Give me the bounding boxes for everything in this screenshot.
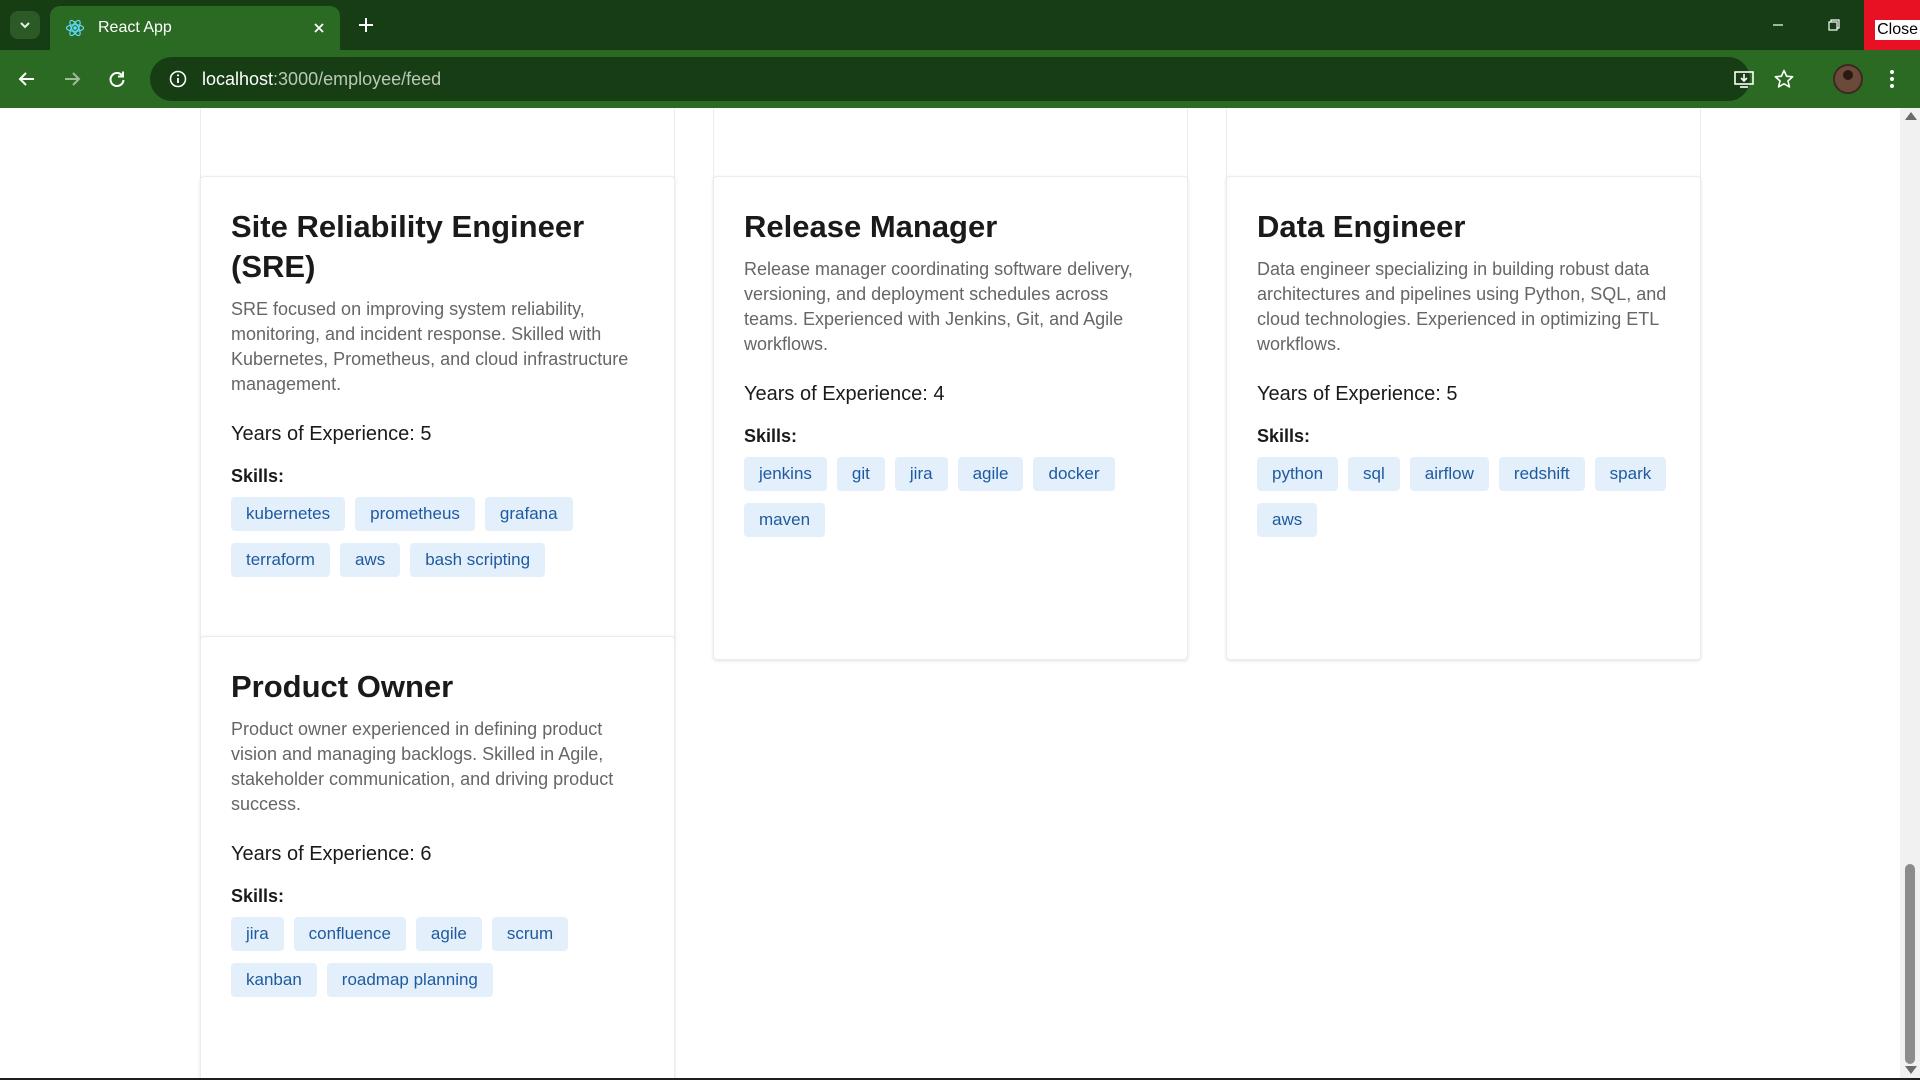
previous-card-stub <box>200 108 675 178</box>
card-title: Site Reliability Engineer (SRE) <box>231 209 585 284</box>
card-description: Product owner experienced in defining pr… <box>231 719 614 814</box>
scroll-up-arrow-icon[interactable] <box>1905 112 1917 120</box>
employee-card[interactable]: Data Engineer Data engineer specializing… <box>1226 176 1701 660</box>
years-of-experience: Years of Experience: 4 <box>744 383 945 405</box>
scroll-down-arrow-icon[interactable] <box>1905 1066 1917 1074</box>
page-scrollbar[interactable] <box>1900 108 1920 1078</box>
skill-chip: aws <box>339 543 401 577</box>
skill-chip: sql <box>1348 457 1400 491</box>
card-title: Data Engineer <box>1257 209 1466 244</box>
skill-chip: kubernetes <box>231 497 346 531</box>
skill-chip: scrum <box>491 917 569 951</box>
bookmark-button[interactable] <box>1767 62 1801 96</box>
close-window-button[interactable]: Close <box>1864 0 1920 50</box>
browser-menu-button[interactable] <box>1875 62 1909 96</box>
employee-card[interactable]: Site Reliability Engineer (SRE) SRE focu… <box>200 176 675 640</box>
skill-chip: python <box>1257 457 1339 491</box>
skill-chip: terraform <box>231 543 330 577</box>
install-app-button[interactable] <box>1727 62 1761 96</box>
card-description: Data engineer specializing in building r… <box>1257 259 1667 354</box>
arrow-right-icon <box>65 72 81 86</box>
skill-chip: git <box>836 457 885 491</box>
employee-card[interactable]: Product Owner Product owner experienced … <box>200 636 675 1078</box>
card-title: Release Manager <box>744 209 998 244</box>
skill-chip: aws <box>1257 503 1318 537</box>
close-label: Close <box>1875 20 1920 40</box>
previous-card-stub <box>713 108 1188 178</box>
tab-strip: React App Close <box>0 0 1920 50</box>
address-bar[interactable]: localhost:3000/employee/feed <box>150 57 1750 101</box>
skill-chip: maven <box>744 503 826 537</box>
tab-search-button[interactable] <box>10 11 40 39</box>
skill-chip: redshift <box>1498 457 1585 491</box>
scrollbar-thumb[interactable] <box>1905 864 1915 1064</box>
skills-list: python sql airflow redshift spark aws <box>1257 457 1670 537</box>
profile-avatar[interactable] <box>1833 64 1863 94</box>
forward-button[interactable] <box>55 62 89 96</box>
skills-label: Skills: <box>231 886 285 906</box>
restore-icon <box>1828 19 1840 31</box>
restore-button[interactable] <box>1806 0 1862 50</box>
plus-icon <box>359 18 373 32</box>
card-description: SRE focused on improving system reliabil… <box>231 299 629 394</box>
years-of-experience: Years of Experience: 5 <box>1257 383 1458 405</box>
skills-label: Skills: <box>231 466 285 486</box>
skill-chip: bash scripting <box>410 543 546 577</box>
skill-chip: agile <box>415 917 482 951</box>
skill-chip: jira <box>894 457 948 491</box>
url-path: :3000/employee/feed <box>273 68 442 89</box>
skill-chip: spark <box>1594 457 1667 491</box>
skill-chip: docker <box>1033 457 1115 491</box>
years-of-experience: Years of Experience: 6 <box>231 843 432 865</box>
years-of-experience: Years of Experience: 5 <box>231 423 432 445</box>
chevron-down-icon <box>20 22 30 29</box>
skills-list: jira confluence agile scrum kanban roadm… <box>231 917 644 997</box>
install-icon <box>1734 71 1754 88</box>
browser-toolbar: localhost:3000/employee/feed <box>0 50 1920 108</box>
skill-chip: prometheus <box>355 497 475 531</box>
tab-react-app[interactable]: React App <box>50 6 340 50</box>
url-host: localhost <box>202 68 274 89</box>
star-icon <box>1774 69 1794 88</box>
minimize-icon <box>1773 24 1783 26</box>
skill-chip: airflow <box>1409 457 1489 491</box>
react-logo-icon <box>64 17 86 39</box>
skills-label: Skills: <box>1257 426 1311 446</box>
card-title: Product Owner <box>231 669 454 704</box>
arrow-left-icon <box>18 72 34 86</box>
skill-chip: agile <box>957 457 1024 491</box>
close-tab-icon[interactable] <box>308 17 330 39</box>
skills-list: jenkins git jira agile docker maven <box>744 457 1157 537</box>
card-description: Release manager coordinating software de… <box>744 259 1133 354</box>
skill-chip: roadmap planning <box>326 963 493 997</box>
more-vertical-icon <box>1890 70 1894 88</box>
skill-chip: jenkins <box>744 457 827 491</box>
previous-card-stub <box>1226 108 1701 178</box>
minimize-button[interactable] <box>1750 0 1806 50</box>
new-tab-button[interactable] <box>352 11 380 39</box>
skill-chip: kanban <box>231 963 317 997</box>
page-viewport: Site Reliability Engineer (SRE) SRE focu… <box>0 108 1900 1078</box>
skill-chip: jira <box>231 917 284 951</box>
url-text[interactable]: localhost:3000/employee/feed <box>202 69 441 90</box>
skills-label: Skills: <box>744 426 798 446</box>
reload-button[interactable] <box>100 62 134 96</box>
skills-list: kubernetes prometheus grafana terraform … <box>231 497 644 577</box>
tab-title: React App <box>98 19 172 36</box>
site-info-icon[interactable] <box>156 57 200 101</box>
back-button[interactable] <box>10 62 44 96</box>
skill-chip: confluence <box>293 917 406 951</box>
employee-card[interactable]: Release Manager Release manager coordina… <box>713 176 1188 660</box>
reload-icon <box>109 71 125 87</box>
skill-chip: grafana <box>484 497 573 531</box>
